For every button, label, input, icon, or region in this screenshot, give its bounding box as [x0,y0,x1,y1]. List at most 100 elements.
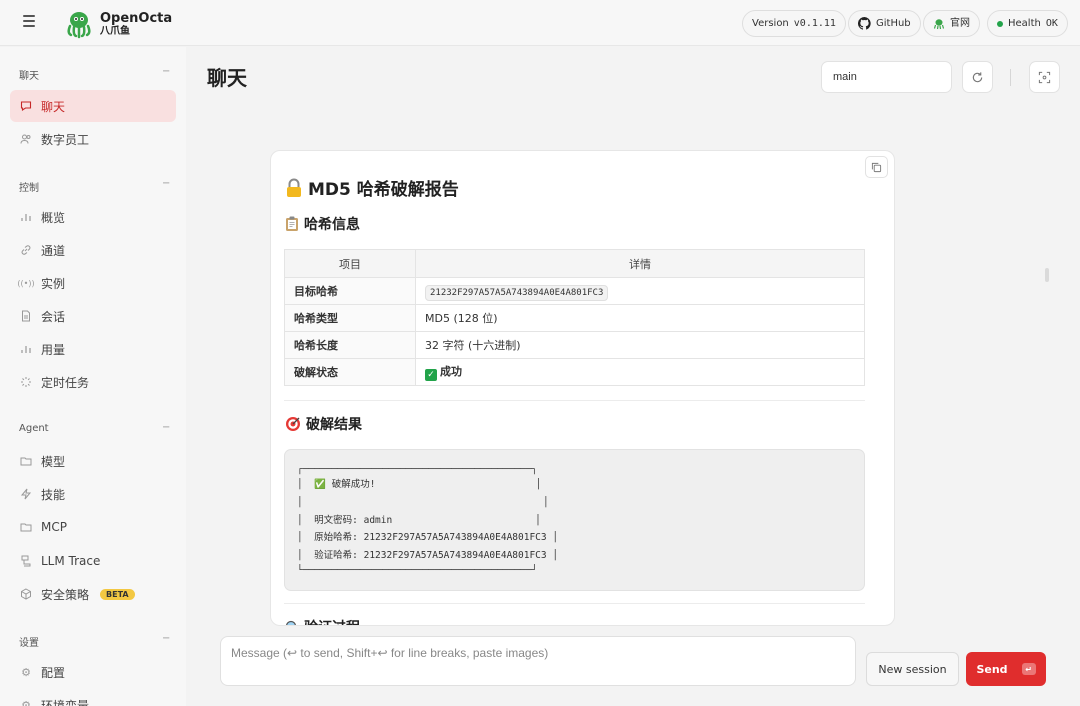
table-row: 哈希长度 32 字符 (十六进制) [284,331,865,359]
new-session-button[interactable]: New session [866,652,959,686]
health-label: Health [1008,18,1041,29]
sidebar-item-env-vars[interactable]: ⚙ 环境变量 [10,689,176,706]
code-line: │ 验证哈希: 21232F297A57A5A743894A0E4A801FC3… [297,550,559,561]
brand-name: OpenOcta [100,11,173,26]
result-code-block: ┌───────────────────────────────────────… [284,449,865,591]
column-header: 详情 [415,249,865,278]
collapse-control-icon[interactable]: − [162,178,170,189]
health-status-dot [997,20,1003,27]
sidebar-item-config[interactable]: ⚙ 配置 [10,656,176,688]
sidebar-item-label: 配置 [41,665,66,680]
lock-icon [287,178,301,197]
radio-waves-icon: ((•)) [17,278,35,288]
beta-badge: BETA [100,588,135,600]
group-title-agent: Agent [19,423,49,434]
sidebar-item-label: 通道 [41,243,66,258]
users-icon [20,133,32,145]
target-icon [286,417,300,431]
sidebar-item-llm-trace[interactable]: LLM Trace [10,545,176,577]
loader-icon [20,376,32,388]
bar-chart-icon [20,343,32,355]
github-button[interactable]: GitHub [848,10,921,37]
scrollbar-thumb[interactable] [1045,268,1049,282]
version-value: v0.1.11 [793,18,836,29]
group-title-settings: 设置 [19,638,39,649]
row-value: MD5 (128 位) [415,304,865,332]
section-divider [284,603,865,604]
toolbar-divider [1010,69,1011,86]
menu-icon[interactable] [23,15,41,31]
sidebar-item-security-policy[interactable]: 安全策略 BETA [10,578,176,610]
cube-icon [20,588,32,600]
row-key: 哈希长度 [284,331,416,359]
hash-info-table: 项目 详情 目标哈希 21232F297A57A5A743894A0E4A801… [284,249,865,386]
group-title-chat: 聊天 [19,71,39,82]
website-label: 官网 [950,18,970,29]
collapse-chat-icon[interactable]: − [162,66,170,77]
health-pill[interactable]: Health OK [987,10,1068,37]
sidebar-item-label: LLM Trace [41,554,101,568]
sidebar-item-label: 概览 [41,210,66,225]
hash-code-pill: 21232F297A57A5A743894A0E4A801FC3 [425,284,609,301]
sidebar-item-label: 数字员工 [41,132,90,147]
enter-key-icon: ↵ [1021,663,1036,675]
verification-heading-text: 验证过程 [304,617,360,625]
sidebar-item-label: 实例 [41,276,66,291]
sidebar-item-digital-staff[interactable]: 数字员工 [10,123,176,155]
sidebar-item-skills[interactable]: 技能 [10,478,176,510]
message-input[interactable]: Message (↩ to send, Shift+↩ for line bre… [220,636,856,686]
sidebar-item-label: 会话 [41,309,66,324]
sidebar-item-instances[interactable]: ((•)) 实例 [10,267,176,299]
trace-icon [20,555,32,567]
sidebar-item-sessions[interactable]: 会话 [10,300,176,332]
code-line: └───────────────────────────────────────… [297,565,538,576]
table-row: 哈希类型 MD5 (128 位) [284,304,865,332]
row-value: 32 字符 (十六进制) [415,331,865,359]
github-icon [858,17,871,30]
website-button[interactable]: 官网 [923,10,980,37]
code-line: ┌───────────────────────────────────────… [297,464,538,475]
code-line: │ 原始哈希: 21232F297A57A5A743894A0E4A801FC3… [297,532,559,543]
refresh-button[interactable] [962,61,993,93]
hash-info-heading: 哈希信息 [285,214,360,234]
row-value: 21232F297A57A5A743894A0E4A801FC3 [415,277,865,305]
folder-icon [20,521,32,533]
sidebar-item-channels[interactable]: 通道 [10,234,176,266]
hash-info-heading-text: 哈希信息 [304,217,360,233]
row-value: ✓ 成功 [415,358,865,386]
table-row: 目标哈希 21232F297A57A5A743894A0E4A801FC3 [284,277,865,305]
document-icon [20,310,32,322]
row-key: 破解状态 [284,358,416,386]
collapse-settings-icon[interactable]: − [162,633,170,644]
copy-button[interactable] [865,156,888,178]
brand: OpenOcta 八爪鱼 [100,12,172,38]
session-key-input[interactable] [821,61,952,93]
sidebar-item-label: 环境变量 [41,698,90,706]
sidebar: 聊天 − 聊天 数字员工 控制 − 概览 通道 ((•)) 实例 会话 用量 定… [0,47,186,706]
table-header-row: 项目 详情 [284,249,865,278]
send-label: Send [976,662,1008,676]
focus-mode-button[interactable] [1029,61,1060,93]
octopus-small-icon [933,18,945,29]
collapse-agent-icon[interactable]: − [162,422,170,433]
top-header: OpenOcta 八爪鱼 Version v0.1.11 GitHub 官网 H… [0,0,1080,46]
sidebar-item-label: 聊天 [41,99,66,114]
code-line: │ │ [297,497,549,508]
sidebar-item-usage[interactable]: 用量 [10,333,176,365]
sidebar-item-mcp[interactable]: MCP [10,511,176,543]
sidebar-item-scheduled-tasks[interactable]: 定时任务 [10,366,176,398]
chat-bubble-icon [20,100,32,112]
lightning-icon [20,488,32,500]
folder-icon [20,455,32,467]
check-mark-icon: ✓ [425,369,437,381]
sidebar-item-label: 安全策略 [41,587,90,602]
sidebar-item-chat[interactable]: 聊天 [10,90,176,122]
link-icon [20,244,32,256]
sidebar-item-models[interactable]: 模型 [10,445,176,477]
sidebar-item-label: 技能 [41,487,66,502]
version-pill[interactable]: Version v0.1.11 [742,10,846,37]
bar-chart-icon [20,211,32,223]
sidebar-item-overview[interactable]: 概览 [10,201,176,233]
send-button[interactable]: Send ↵ [966,652,1046,686]
focus-icon [1038,71,1051,83]
